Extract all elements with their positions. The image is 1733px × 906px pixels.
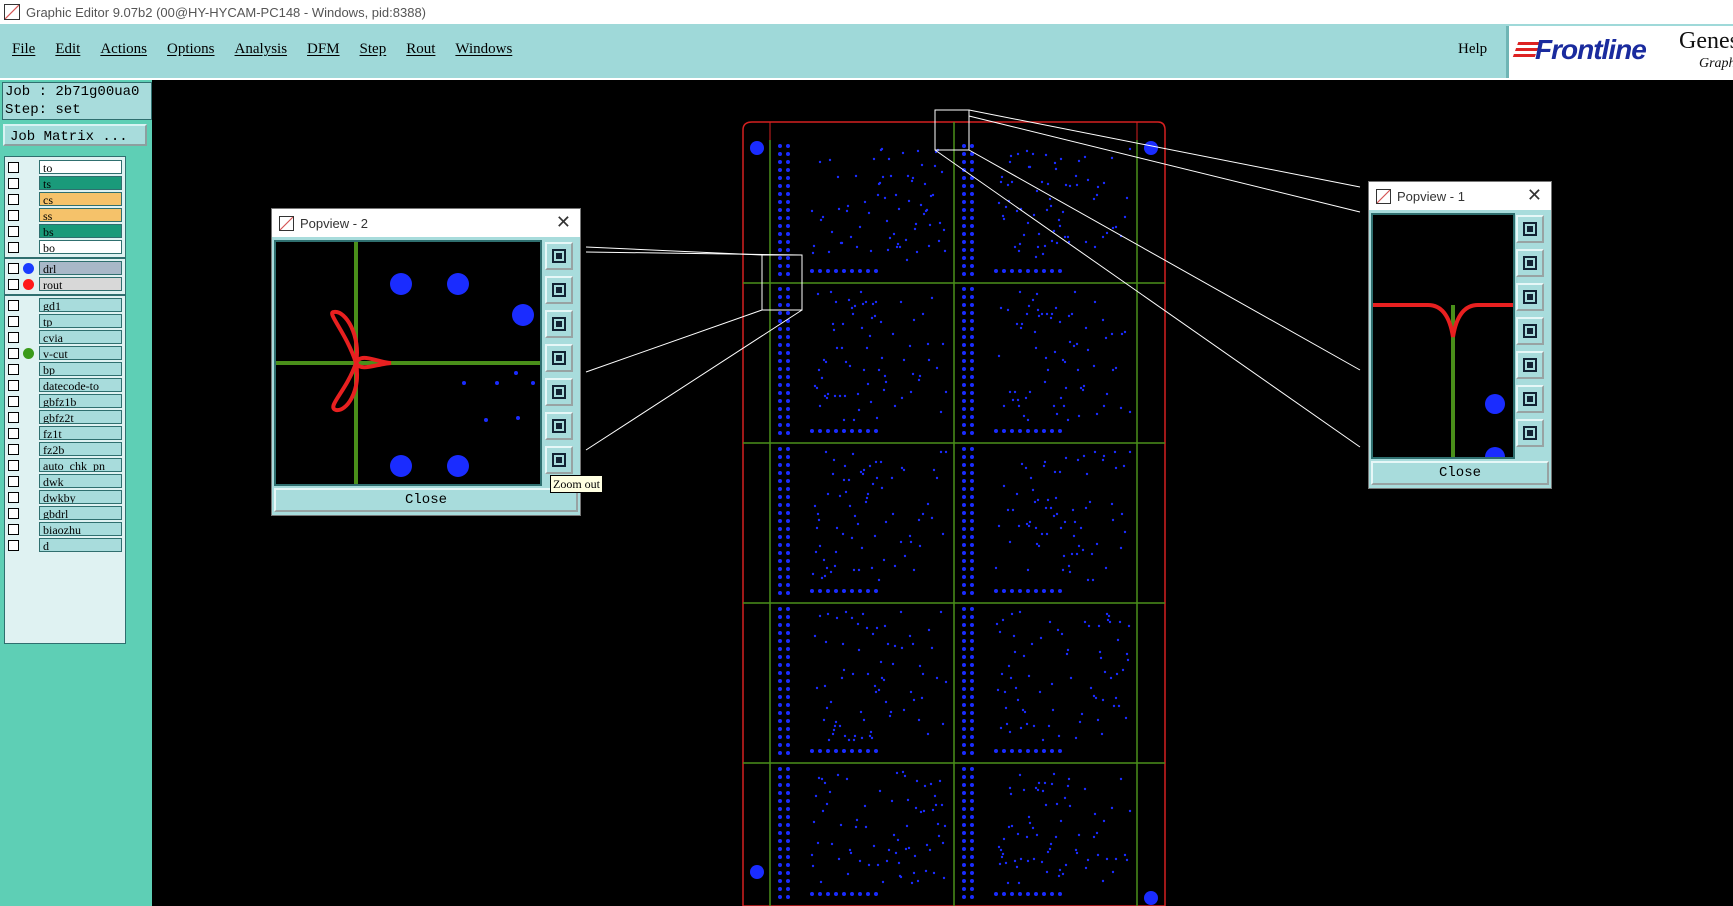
pan-left-button[interactable] <box>1516 317 1544 345</box>
pan-up-icon <box>1523 256 1537 270</box>
popview-1-window: Popview - 1 ✕ Close <box>1368 181 1552 489</box>
zoom-out-button[interactable] <box>1516 419 1544 447</box>
pan-up-button[interactable] <box>545 276 573 304</box>
zoom-in-icon <box>1523 392 1537 406</box>
popview-2-window: Popview - 2 ✕ Close <box>271 208 581 516</box>
popview-1-toolbar <box>1516 215 1544 447</box>
close-icon[interactable]: ✕ <box>556 212 571 233</box>
popview-1-canvas[interactable] <box>1371 213 1515 467</box>
zoom-in-icon <box>552 419 566 433</box>
pan-down-icon <box>1523 290 1537 304</box>
fit-view-button[interactable] <box>1516 215 1544 243</box>
popview-1-title: Popview - 1 <box>1397 188 1465 204</box>
popview-2-zoom-svg <box>276 242 540 484</box>
popview-2-canvas[interactable] <box>274 240 542 486</box>
popview-1-close-button[interactable]: Close <box>1371 461 1549 485</box>
popview-1-titlebar: Popview - 1 ✕ <box>1369 182 1551 210</box>
close-icon[interactable]: ✕ <box>1527 185 1542 206</box>
zoom-in-button[interactable] <box>545 412 573 440</box>
zoom-out-tooltip: Zoom out <box>550 475 603 493</box>
zoom-out-icon <box>552 453 566 467</box>
popview-2-titlebar: Popview - 2 ✕ <box>272 209 580 237</box>
popview-1-zoom-svg <box>1373 303 1513 467</box>
popview-2-app-icon <box>279 215 294 231</box>
fit-view-button[interactable] <box>545 242 573 270</box>
fit-view-icon <box>1523 222 1537 236</box>
pan-right-icon <box>552 385 566 399</box>
popview-2-close-button[interactable]: Close <box>274 488 578 512</box>
fit-view-icon <box>552 249 566 263</box>
zoom-out-button[interactable] <box>545 446 573 474</box>
pan-right-icon <box>1523 358 1537 372</box>
vcut-lines <box>743 122 1165 906</box>
pan-up-button[interactable] <box>1516 249 1544 277</box>
pan-left-icon <box>1523 324 1537 338</box>
pan-down-icon <box>552 317 566 331</box>
popview-2-title: Popview - 2 <box>300 215 368 231</box>
pan-down-button[interactable] <box>545 310 573 338</box>
pan-right-button[interactable] <box>545 378 573 406</box>
pan-left-icon <box>552 351 566 365</box>
pan-up-icon <box>552 283 566 297</box>
popview-2-toolbar <box>545 242 573 474</box>
pan-left-button[interactable] <box>545 344 573 372</box>
popview-1-app-icon <box>1376 188 1391 204</box>
pan-right-button[interactable] <box>1516 351 1544 379</box>
zoom-in-button[interactable] <box>1516 385 1544 413</box>
pan-down-button[interactable] <box>1516 283 1544 311</box>
zoom-out-icon <box>1523 426 1537 440</box>
